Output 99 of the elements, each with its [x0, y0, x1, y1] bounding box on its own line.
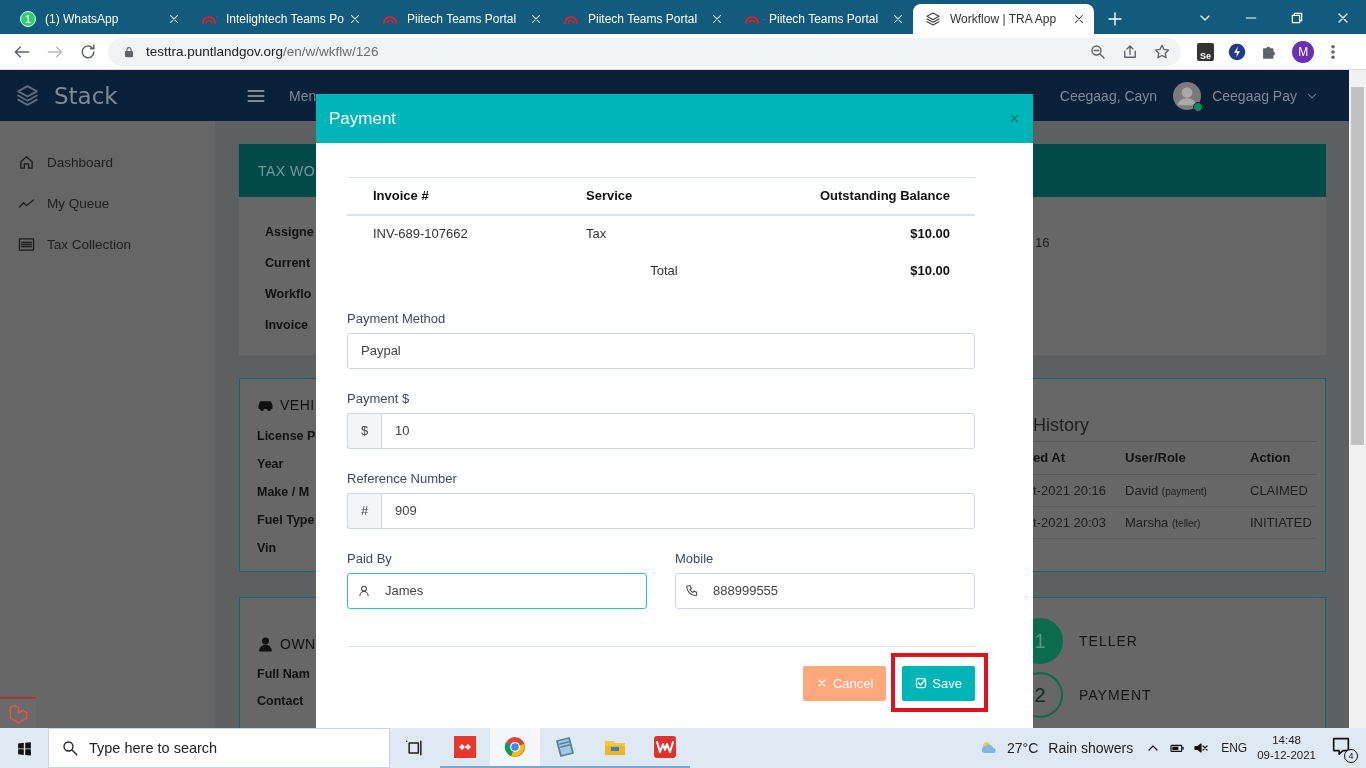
brand-name: Stack [54, 82, 118, 109]
user-icon [257, 635, 274, 653]
person-icon [357, 583, 371, 598]
profile-button[interactable]: M [1292, 40, 1314, 63]
table-cell: David (payment) [1125, 474, 1250, 506]
clock-time: 14:48 [1272, 733, 1301, 748]
zigzag-logo-icon [653, 735, 677, 759]
column-header: Service [586, 177, 742, 215]
total-label: Total [649, 261, 679, 280]
new-tab-icon[interactable] [1106, 10, 1124, 28]
list-icon [18, 236, 35, 253]
text-field[interactable]: James [347, 572, 647, 609]
dialog-title: Payment [329, 108, 397, 129]
windows-logo-icon[interactable] [15, 739, 33, 757]
taskbar-app[interactable] [490, 728, 540, 768]
avatar-icon [1173, 81, 1202, 110]
search-field[interactable]: Type here to search [48, 728, 390, 768]
chat-badge-icon: 1 [20, 11, 36, 27]
field-label: Reference Number [347, 469, 458, 487]
task-view-icon[interactable] [405, 738, 425, 758]
close-tab-icon[interactable] [529, 12, 543, 26]
input-addon: # [347, 492, 381, 529]
field-label: License P [257, 428, 316, 445]
field-label: Payment $ [347, 389, 411, 407]
text-field[interactable]: 888999555 [675, 572, 975, 609]
step-label: PAYMENT [1079, 687, 1152, 703]
field-label: Paid By [347, 549, 393, 567]
close-tab-icon[interactable] [710, 12, 724, 26]
notification-icon[interactable] [1330, 735, 1352, 757]
field-label: Mobile [675, 549, 715, 567]
browser-tab[interactable]: Piitech Teams Portal [370, 4, 551, 34]
close-tab-icon[interactable] [167, 12, 181, 26]
menu-label[interactable]: Men [289, 87, 317, 104]
column-header: Outstanding Balance [742, 177, 975, 215]
clock-date: 09-12-2021 [1257, 748, 1316, 763]
total-amount: $10.00 [909, 261, 951, 280]
browser-tab[interactable]: Workflow | TRA App [913, 4, 1094, 34]
user-name: Ceegaag, Cayn [1059, 87, 1158, 104]
section-title: History [1033, 415, 1317, 442]
close-tab-icon[interactable] [348, 12, 362, 26]
table-cell: Marsha (teller) [1125, 506, 1250, 538]
temperature: 27°C [1007, 740, 1039, 756]
field-label: Current [265, 255, 311, 272]
browser-tab[interactable]: Intelightech Teams Po [189, 4, 370, 34]
field-label: Full Nam [257, 666, 310, 683]
diamonds-icon [453, 735, 477, 759]
notepad-icon [553, 735, 577, 759]
column-header: User/Role [1125, 442, 1250, 474]
card-title: TAX WO [258, 162, 316, 179]
step-label: TELLER [1079, 633, 1138, 649]
language-indicator[interactable]: ENG [1221, 741, 1248, 755]
account-menu[interactable]: Ceegaag Pay [1212, 87, 1297, 104]
circle-logo-icon [503, 735, 527, 759]
input-addon: $ [347, 412, 381, 449]
close-tab-icon[interactable] [1072, 12, 1086, 26]
text-field[interactable]: 909 [381, 492, 975, 529]
scrollbar-thumb[interactable] [1351, 87, 1364, 445]
browser-tab[interactable]: Piitech Teams Portal [732, 4, 913, 34]
column-header: Action [1250, 442, 1317, 474]
field-label: Invoice [265, 317, 309, 334]
zoom-out-icon[interactable] [1088, 42, 1107, 61]
field-label: Fuel Type [257, 512, 315, 529]
browser-tab[interactable]: Piitech Teams Portal [551, 4, 732, 34]
restore-icon[interactable] [1289, 10, 1305, 26]
extension-button[interactable]: Se [1196, 42, 1215, 61]
layers-logo-icon [15, 83, 40, 108]
layers-logo-icon [925, 11, 941, 27]
star-icon[interactable] [1152, 42, 1171, 61]
text-field[interactable]: Paypal [347, 332, 975, 369]
column-header: Invoice # [347, 177, 586, 215]
field-label: Workflo [265, 286, 312, 303]
field-label: Year [257, 456, 284, 473]
field-label: Contact [257, 693, 304, 710]
scrollbar[interactable] [1349, 70, 1366, 728]
table-cell: Tax [586, 214, 742, 252]
table-cell: INITIATED [1250, 506, 1317, 538]
notification-count: 4 [1344, 749, 1358, 763]
search-icon [61, 739, 79, 757]
address-field[interactable]: testtra.puntlandgov.org/en/w/wkflw/126 [108, 37, 1181, 66]
url-text: testtra.puntlandgov.org/en/w/wkflw/126 [146, 44, 379, 59]
table-cell: $10.00 [742, 214, 975, 252]
text-field[interactable]: 10 [381, 412, 975, 449]
home-icon [18, 154, 35, 171]
section-title: VEHI [280, 397, 315, 413]
close-tab-icon[interactable] [891, 12, 905, 26]
phone-icon [685, 583, 699, 598]
weather-text: Rain showers [1048, 740, 1134, 756]
field-label: Vin [257, 540, 277, 557]
field-label: Payment Method [347, 309, 447, 327]
field-value: 16 [1035, 235, 1051, 250]
table-cell: INV-689-107662 [347, 214, 586, 252]
field-label: Make / M [257, 484, 310, 501]
browser-tab[interactable]: 1 (1) WhatsApp [8, 4, 189, 34]
bolt-icon[interactable] [1228, 42, 1247, 61]
checkbox-icon [915, 677, 928, 689]
field-label: Assigne [265, 224, 314, 241]
table-cell: CLAIMED [1250, 474, 1317, 506]
section-title: OWN [280, 636, 316, 652]
lock-icon [122, 44, 136, 59]
